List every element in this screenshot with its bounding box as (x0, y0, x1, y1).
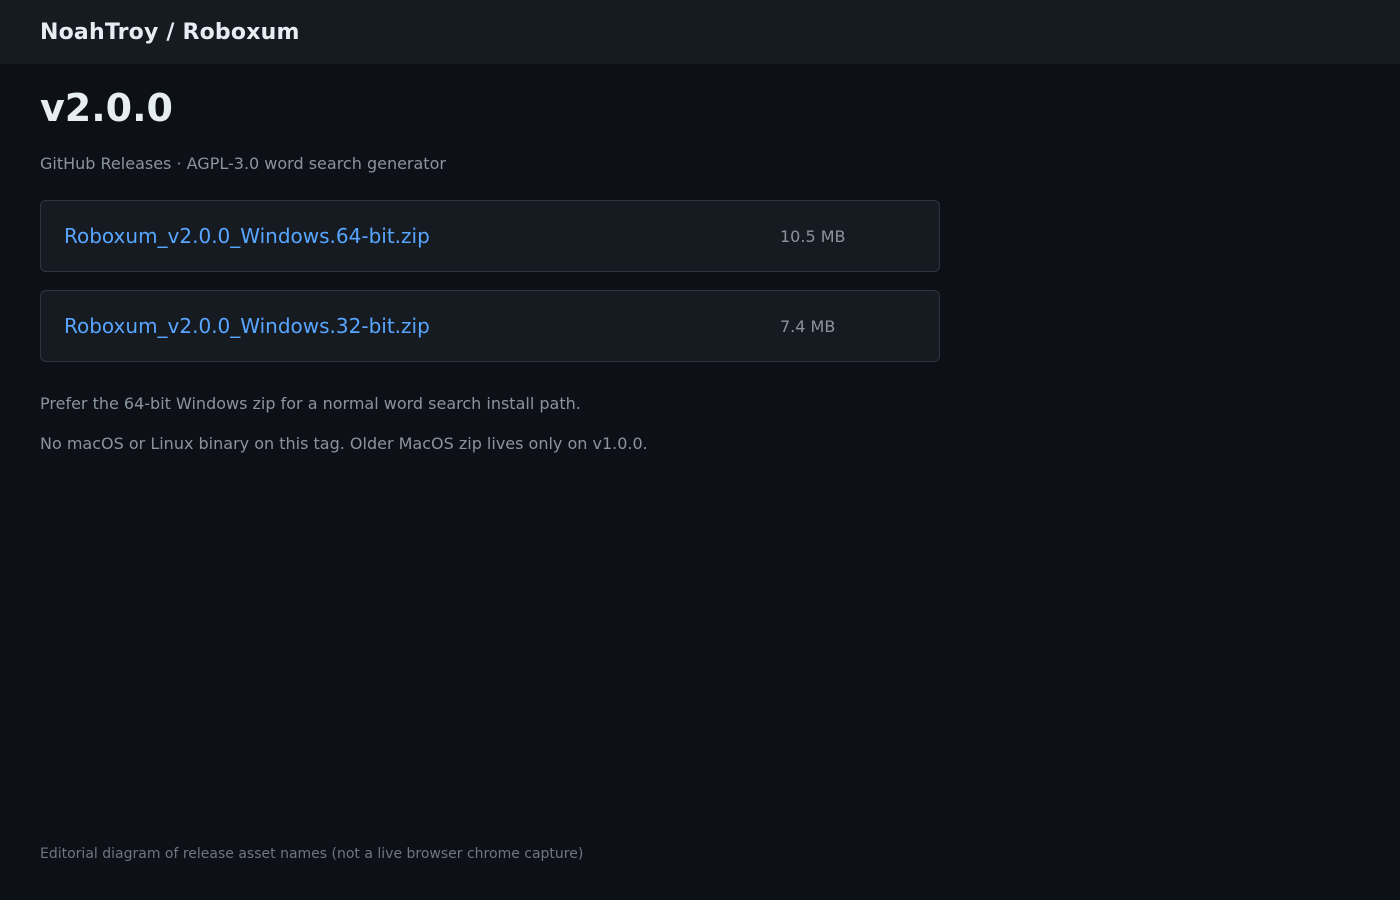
recommendation-note: Prefer the 64-bit Windows zip for a norm… (40, 394, 581, 413)
asset-size-windows-32: 7.4 MB (780, 316, 836, 336)
footer-caption: Editorial diagram of release asset names… (40, 846, 584, 862)
release-subtitle: GitHub Releases · AGPL-3.0 word search g… (40, 154, 446, 173)
asset-row-windows-32: Roboxum_v2.0.0_Windows.32-bit.zip 7.4 MB (40, 290, 940, 362)
asset-size-windows-64: 10.5 MB (780, 226, 846, 246)
asset-row-windows-64: Roboxum_v2.0.0_Windows.64-bit.zip 10.5 M… (40, 200, 940, 272)
platform-note: No macOS or Linux binary on this tag. Ol… (40, 434, 648, 453)
repo-path[interactable]: NoahTroy / Roboxum (40, 20, 300, 45)
top-header-bar: NoahTroy / Roboxum (0, 0, 1400, 64)
asset-download-link-windows-32[interactable]: Roboxum_v2.0.0_Windows.32-bit.zip (64, 314, 430, 338)
asset-list: Roboxum_v2.0.0_Windows.64-bit.zip 10.5 M… (40, 200, 940, 362)
release-main-content: v2.0.0 GitHub Releases · AGPL-3.0 word s… (0, 64, 1400, 454)
asset-download-link-windows-64[interactable]: Roboxum_v2.0.0_Windows.64-bit.zip (64, 224, 430, 248)
release-title: v2.0.0 (40, 86, 173, 130)
